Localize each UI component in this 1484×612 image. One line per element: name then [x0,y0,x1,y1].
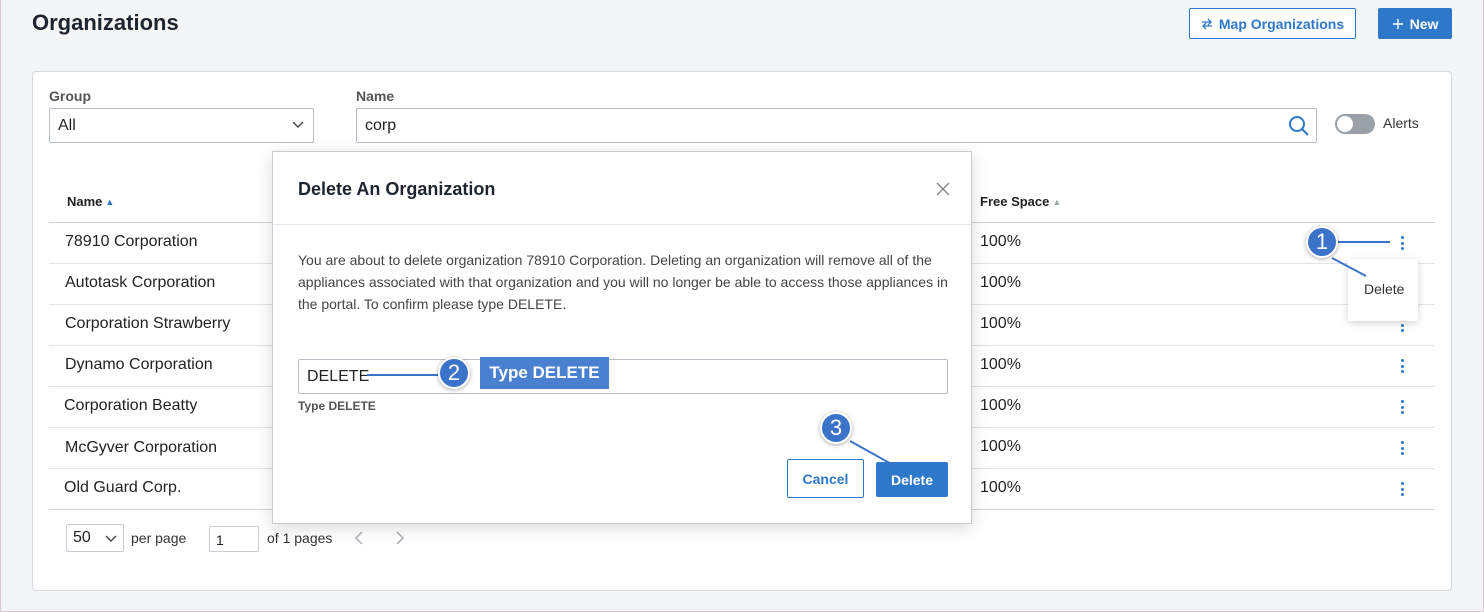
row-actions-kebab-icon[interactable] [1396,234,1408,252]
group-select-value: All [58,117,76,134]
toggle-knob [1337,116,1353,132]
column-header-name[interactable]: Name ▲ [67,194,114,209]
table-row-free: 100% [980,397,1021,414]
alerts-toggle[interactable] [1335,114,1375,134]
column-name-label: Name [67,194,103,209]
row-actions-menu: Delete [1348,259,1418,321]
map-organizations-button[interactable]: Map Organizations [1189,8,1356,39]
chevron-right-icon[interactable] [393,530,407,546]
plus-icon [1392,18,1403,29]
table-row-free: 100% [980,356,1021,373]
step-1-callout: 1 [1306,226,1338,258]
name-label: Name [356,88,395,104]
confirm-helper-text: Type DELETE [298,399,376,413]
delete-organization-dialog: Delete An Organization You are about to … [272,151,972,524]
chevron-left-icon[interactable] [352,530,366,546]
chevron-down-icon [105,535,117,542]
table-row-free: 100% [980,274,1021,291]
table-row-name[interactable]: Corporation Beatty [64,397,197,415]
table-row-free: 100% [980,315,1021,332]
per-page-value: 50 [73,529,91,546]
per-page-label: per page [131,530,187,546]
new-button[interactable]: New [1378,8,1452,39]
column-free-label: Free Space [980,194,1050,209]
step-2-callout: 2 [438,357,470,389]
map-organizations-label: Map Organizations [1218,15,1345,32]
row-actions-kebab-icon[interactable] [1396,439,1408,457]
table-row-name[interactable]: Corporation Strawberry [65,315,230,333]
name-search-value: corp [365,117,397,134]
row-actions-kebab-icon[interactable] [1396,357,1408,375]
per-page-select[interactable]: 50 [66,524,124,552]
new-label: New [1409,15,1439,32]
row-actions-kebab-icon[interactable] [1396,398,1408,416]
sort-icon: ▲ [1052,197,1062,207]
table-row-name[interactable]: Old Guard Corp. [64,479,181,497]
name-search-input[interactable]: corp [356,108,1317,143]
swap-arrows-icon [1201,18,1212,29]
type-delete-annotation-tag: Type DELETE [480,357,609,389]
alerts-label: Alerts [1383,115,1419,131]
column-header-free-space[interactable]: Free Space ▲ [980,194,1061,209]
step-3-callout: 3 [820,412,852,444]
search-icon[interactable] [1288,115,1310,137]
page-number-input[interactable]: 1 [209,526,259,552]
menu-item-delete[interactable]: Delete [1364,281,1404,297]
row-actions-kebab-icon[interactable] [1396,480,1408,498]
delete-button[interactable]: Delete [876,462,948,497]
chevron-down-icon [292,121,304,128]
table-row-free: 100% [980,233,1021,250]
table-row-name[interactable]: Autotask Corporation [65,274,215,292]
sort-icon: ▲ [105,197,115,207]
page-title: Organizations [32,10,179,35]
table-row-free: 100% [980,438,1021,455]
table-row-name[interactable]: McGyver Corporation [65,439,217,457]
table-row-name[interactable]: 78910 Corporation [65,233,198,251]
dialog-message: You are about to delete organization 789… [298,252,948,312]
cancel-button[interactable]: Cancel [787,459,864,498]
group-label: Group [49,88,91,104]
page-count-label: of 1 pages [267,530,333,546]
table-row-free: 100% [980,479,1021,496]
confirm-delete-input[interactable]: DELETE [298,359,948,394]
group-select[interactable]: All [49,108,314,143]
dialog-divider [273,224,971,225]
table-row-name[interactable]: Dynamo Corporation [65,356,213,374]
close-icon[interactable] [936,182,950,196]
dialog-title: Delete An Organization [298,179,496,199]
